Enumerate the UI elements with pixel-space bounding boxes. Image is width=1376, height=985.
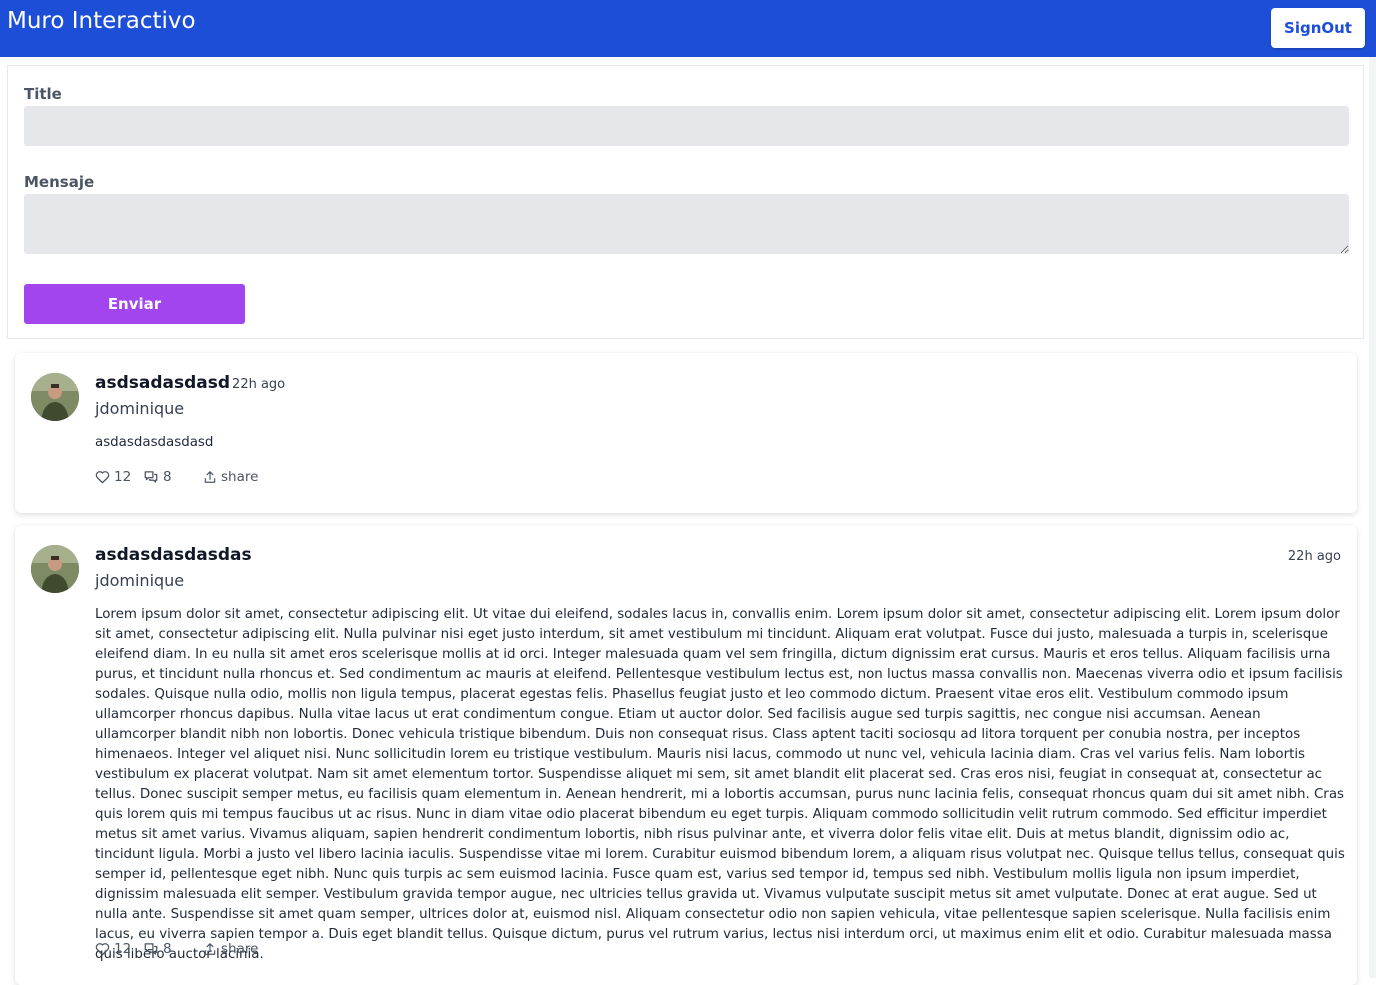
share-label: share [221,941,259,957]
avatar-image [31,373,79,421]
message-textarea[interactable] [24,194,1349,254]
avatar-image [31,545,79,593]
new-post-form: Title Mensaje Enviar [7,65,1364,339]
title-label: Title [24,85,62,103]
title-input[interactable] [24,106,1349,146]
comment-button[interactable]: 8 [143,469,172,485]
app-title: Muro Interactivo [7,8,196,34]
send-button[interactable]: Enviar [24,284,245,324]
scrollbar[interactable] [1369,57,1376,978]
like-button[interactable]: 12 [95,941,131,957]
like-button[interactable]: 12 [95,469,131,485]
heart-icon [95,471,110,484]
comment-icon [144,471,158,483]
comment-count: 8 [163,469,172,485]
share-button[interactable]: share [203,469,258,485]
message-label: Mensaje [24,173,95,191]
share-icon [204,943,216,955]
share-icon [204,471,216,483]
post-title: asdasdasdasdas [95,545,252,565]
post-author: jdominique [95,399,185,418]
like-count: 12 [114,469,132,485]
comment-count: 8 [163,941,172,957]
post-title-line: asdsadasdasd 22h ago [95,373,285,393]
post-time: 22h ago [1287,549,1341,564]
post-title: asdsadasdasd [95,373,231,393]
share-button[interactable]: share [203,941,258,957]
post-card: asdasdasdasdas 22h ago jdominique Lorem … [15,525,1357,985]
post-author: jdominique [95,571,185,590]
top-navbar: Muro Interactivo SignOut [0,0,1376,57]
avatar[interactable] [31,373,79,421]
comment-button[interactable]: 8 [143,941,172,957]
share-label: share [221,469,259,485]
avatar[interactable] [31,545,79,593]
post-card: asdsadasdasd 22h ago jdominique asdasdasd… [15,353,1357,513]
like-count: 12 [114,941,132,957]
comment-icon [144,943,158,955]
post-body: Lorem ipsum dolor sit amet, consectetur … [95,607,1345,962]
signout-button[interactable]: SignOut [1271,8,1365,48]
post-time: 22h ago [232,377,286,392]
heart-icon [95,943,110,956]
post-body: asdasdasdasdasd [95,435,214,450]
